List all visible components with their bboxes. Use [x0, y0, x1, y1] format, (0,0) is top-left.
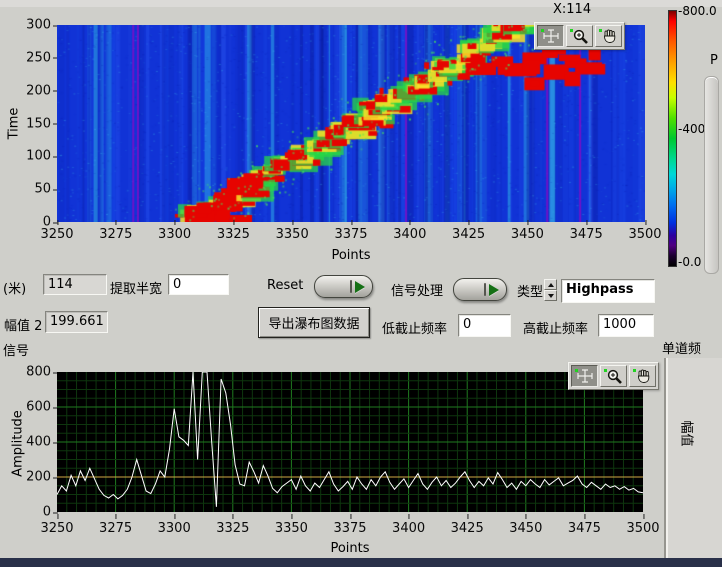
tick-label: 400	[26, 435, 51, 450]
toggle-slot	[484, 283, 486, 296]
high-cutoff-label: 高截止频率	[523, 318, 588, 337]
spinner-down-icon[interactable]	[544, 290, 557, 301]
tick-label: 3375	[334, 227, 367, 242]
hand-icon	[598, 28, 620, 44]
tick-label: 3300	[158, 227, 191, 242]
tick-label: 3500	[626, 521, 659, 536]
crosshair-tool-button[interactable]	[537, 25, 564, 47]
tick-label: 3275	[99, 227, 132, 242]
amplitude2-indicator: 199.661	[45, 311, 108, 333]
tick-label: 3250	[40, 521, 73, 536]
tick-label: 0	[43, 505, 51, 520]
extract-halfwidth-input[interactable]: 0	[168, 274, 229, 295]
distance-label: (米)	[3, 278, 26, 297]
signal-graph-palette	[568, 362, 659, 390]
waterfall-plot[interactable]	[57, 25, 645, 222]
filter-type-combo[interactable]: Highpass	[561, 279, 655, 303]
tick-label: 100	[26, 149, 51, 164]
tick-label: 3450	[511, 227, 544, 242]
tick-label: 3475	[570, 227, 603, 242]
distance-indicator: 114	[43, 274, 107, 295]
tick-label: 3400	[393, 227, 426, 242]
tick-label: 3250	[40, 227, 73, 242]
tick-label: 3275	[99, 521, 132, 536]
tick-label: 150	[26, 116, 51, 131]
low-cutoff-label: 低截止频率	[382, 318, 447, 337]
vertical-slider[interactable]	[704, 76, 719, 274]
tick-label: 3300	[158, 521, 191, 536]
tick-label: 600	[26, 400, 51, 415]
right-panel-rotated-label: 幅值	[679, 414, 698, 454]
green-arrow-icon	[489, 284, 499, 296]
hand-icon	[632, 368, 654, 384]
cursor-readout: X:114	[553, 2, 591, 17]
tick-label: 250	[26, 50, 51, 65]
waterfall-graph-palette	[534, 22, 625, 50]
tick-label: 3400	[392, 521, 425, 536]
spinner-up-icon[interactable]	[544, 279, 557, 290]
waterfall-y-ticks: 300250200150100500	[0, 25, 51, 222]
signal-x-axis-label: Points	[57, 541, 643, 556]
pan-tool-button[interactable]	[629, 365, 656, 387]
crosshair-icon	[540, 28, 562, 44]
tick-label: 200	[26, 83, 51, 98]
extract-halfwidth-label: 提取半宽	[110, 278, 162, 297]
right-panel-title: 单道频	[662, 338, 722, 357]
signal-processing-toggle-button[interactable]	[453, 278, 507, 301]
zoom-tool-button[interactable]	[600, 365, 627, 387]
magnifier-icon	[603, 368, 625, 384]
tick-label: 3500	[628, 227, 661, 242]
signal-processing-label: 信号处理	[391, 280, 443, 299]
tick-label: 3325	[216, 521, 249, 536]
green-arrow-icon	[355, 281, 365, 293]
bottom-strip	[0, 558, 722, 567]
filter-type-spinner[interactable]	[544, 279, 557, 301]
zoom-tool-button[interactable]	[566, 25, 593, 47]
high-cutoff-input[interactable]: 1000	[598, 314, 654, 337]
tick-label: 3475	[568, 521, 601, 536]
color-scale-bar	[668, 10, 677, 267]
top-strip	[0, 0, 722, 7]
amplitude2-label: 幅值 2	[4, 315, 42, 334]
export-waterfall-data-button[interactable]: 导出瀑布图数据	[258, 307, 370, 338]
magnifier-icon	[569, 28, 591, 44]
low-cutoff-input[interactable]: 0	[458, 314, 511, 337]
tick-label: 3450	[509, 521, 542, 536]
tick-label: 50	[34, 182, 51, 197]
labview-front-panel: { "top_chart": { "cursor_readout": "X:11…	[0, 0, 722, 567]
tick-label: 3350	[275, 521, 308, 536]
color-scale-max: -800.0	[678, 4, 717, 18]
reset-label: Reset	[267, 278, 303, 293]
reset-toggle-button[interactable]	[314, 275, 373, 298]
toggle-slot	[350, 280, 352, 293]
tick-label: 3375	[333, 521, 366, 536]
filter-type-label: 类型	[517, 281, 543, 300]
tick-label: 3325	[217, 227, 250, 242]
tick-label: 3425	[451, 521, 484, 536]
tick-label: 200	[26, 470, 51, 485]
waterfall-x-axis-label: Points	[57, 248, 645, 263]
signal-x-ticks: 3250327533003325335033753400342534503475…	[57, 521, 643, 539]
pan-tool-button[interactable]	[595, 25, 622, 47]
signal-plot[interactable]	[57, 372, 643, 512]
crosshair-icon	[574, 368, 596, 384]
color-scale-min: -0.0	[678, 255, 701, 269]
clipped-right-label: P	[710, 53, 718, 68]
tick-label: 3425	[452, 227, 485, 242]
tick-label: 800	[26, 365, 51, 380]
waterfall-x-ticks: 3250327533003325335033753400342534503475…	[57, 227, 645, 245]
waterfall-canvas[interactable]	[57, 25, 645, 222]
single-channel-panel: 幅值	[664, 358, 722, 558]
signal-svg[interactable]	[57, 372, 643, 512]
tick-label: 3350	[276, 227, 309, 242]
signal-y-ticks: 8006004002000	[0, 372, 51, 512]
tick-label: 300	[26, 18, 51, 33]
crosshair-tool-button[interactable]	[571, 365, 598, 387]
signal-section-label: 信号	[3, 340, 29, 359]
